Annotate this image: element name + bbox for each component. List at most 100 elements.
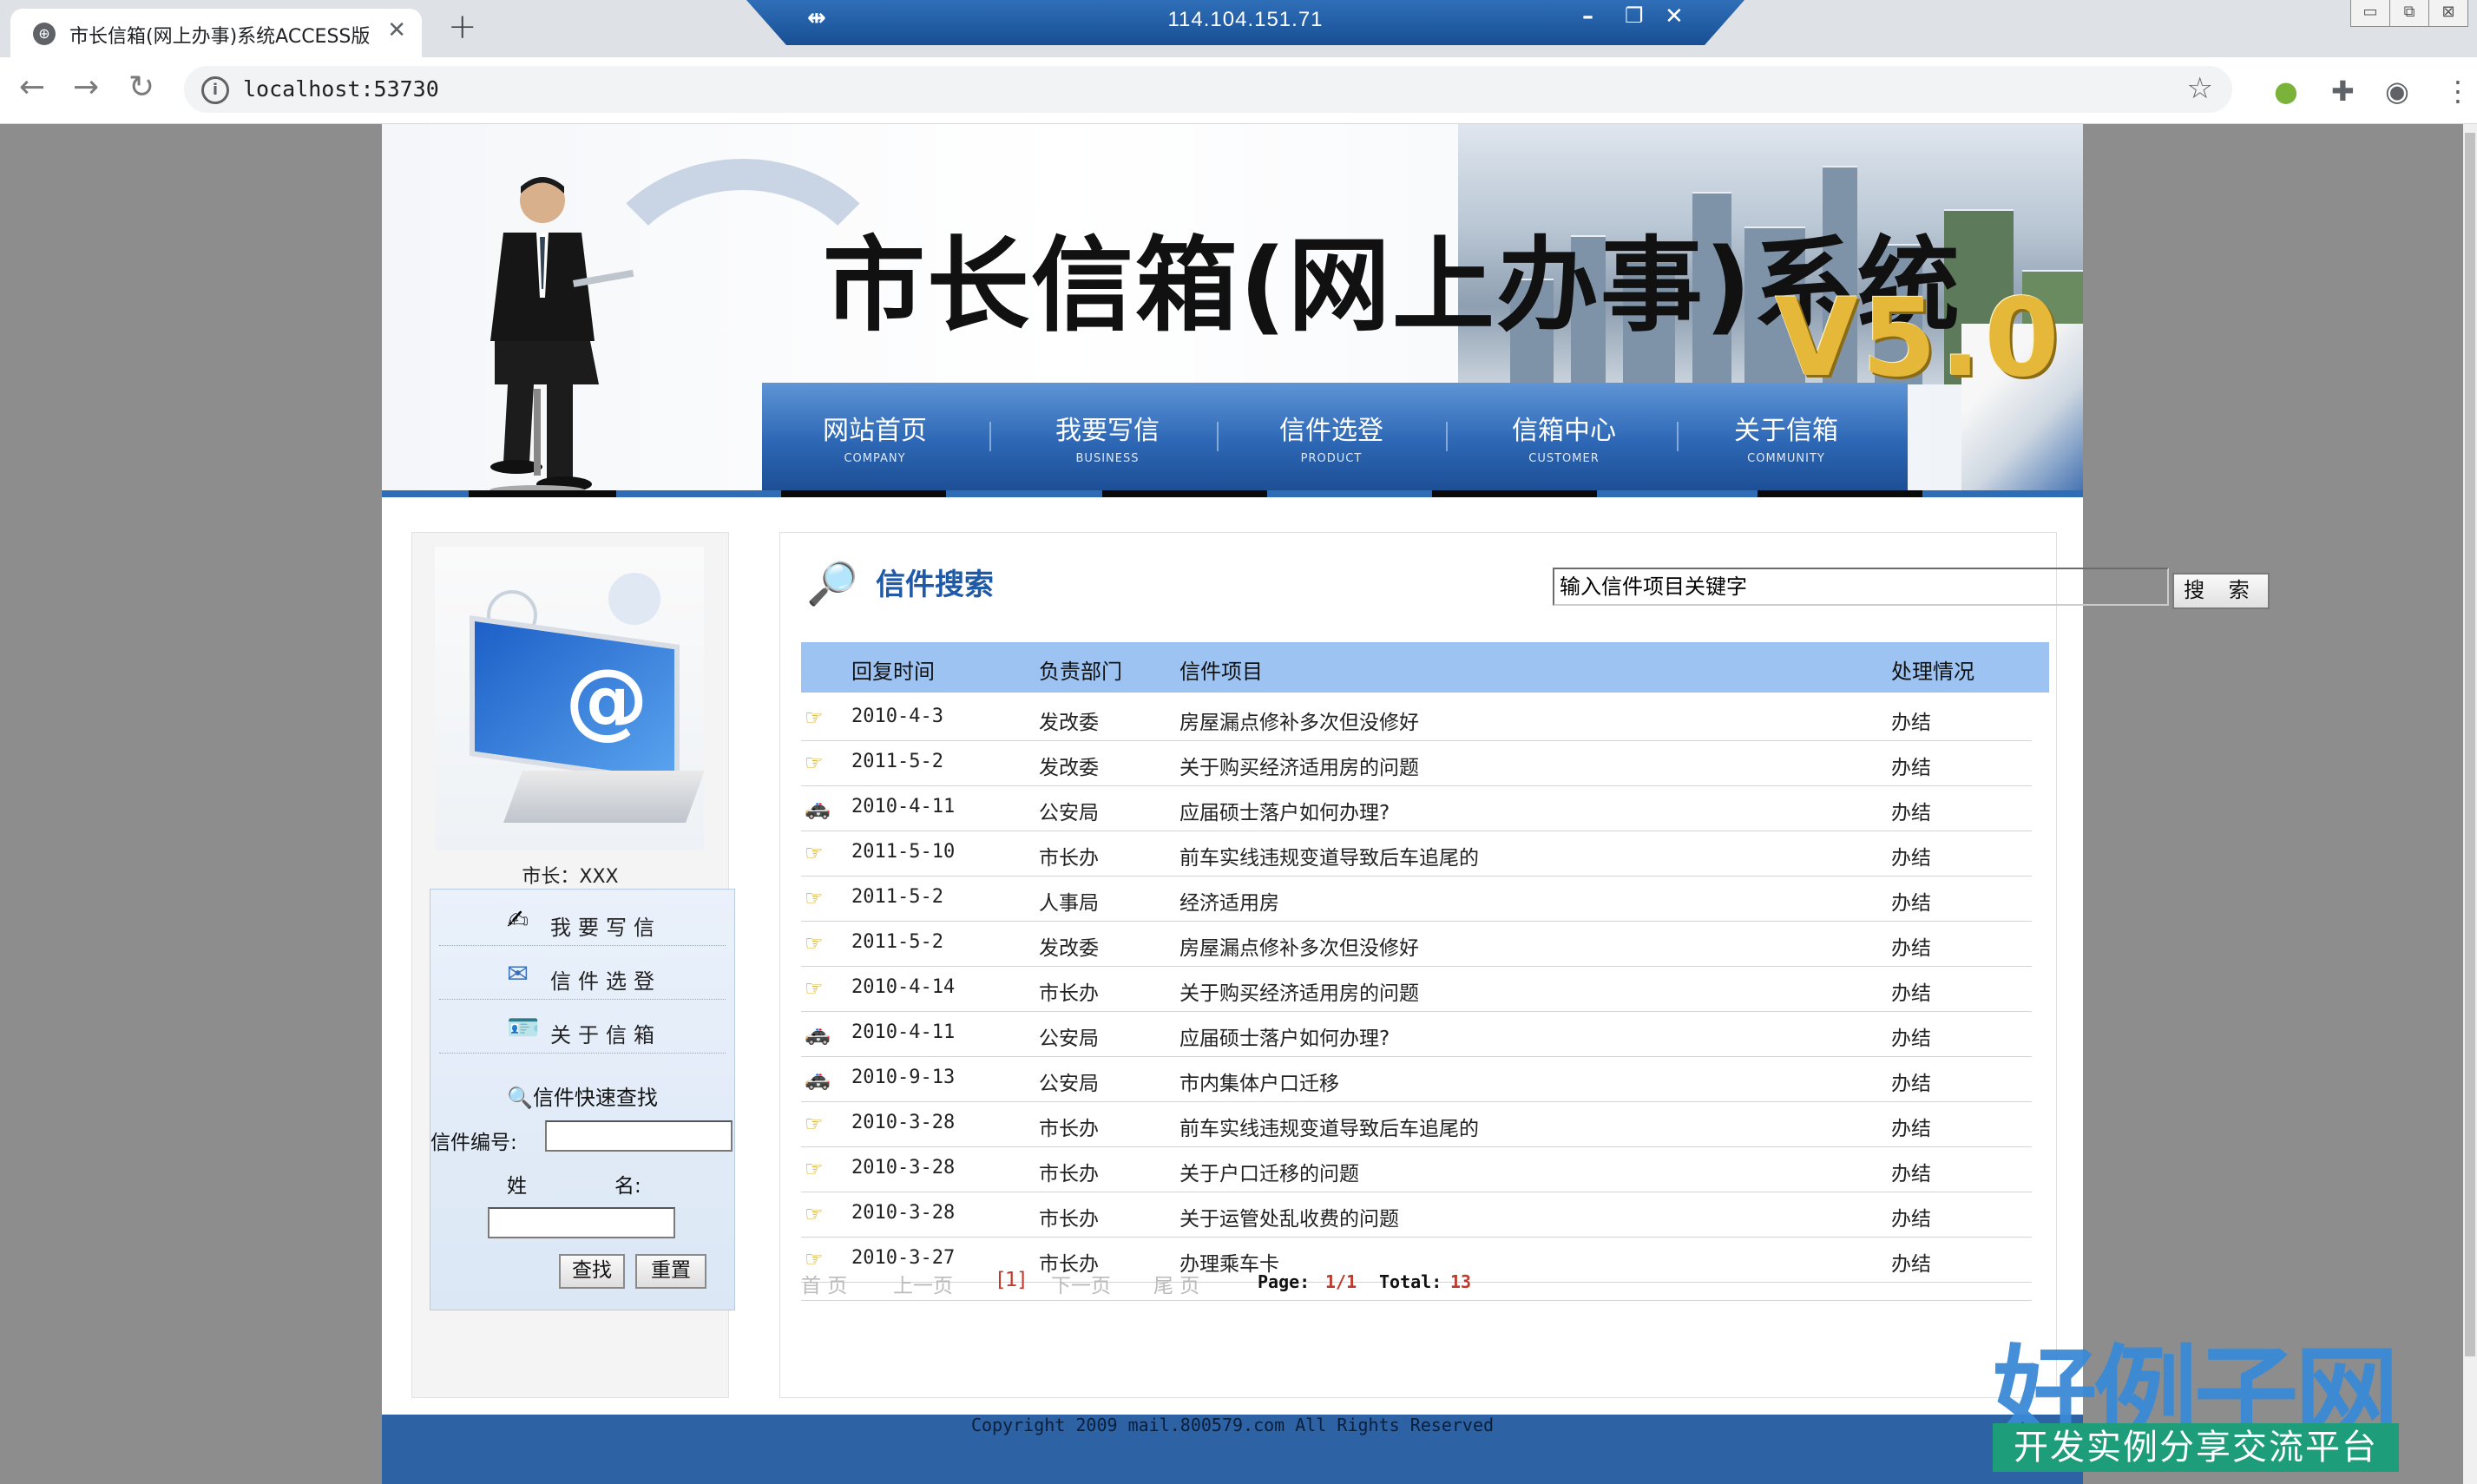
table-row[interactable]: ☞ 2010-4-3 发改委 房屋漏点修补多次但没修好 办结 — [801, 696, 2032, 741]
letter-number-label: 信件编号: — [430, 1132, 517, 1154]
cell-letter-item-link[interactable]: 前车实线违规变道导致后车追尾的 — [1179, 841, 1479, 870]
cell-reply-time: 2010-4-14 — [851, 976, 956, 998]
police-car-icon: 🚓 — [805, 796, 831, 820]
cell-reply-time: 2010-4-11 — [851, 1021, 956, 1043]
given-name-label: 名: — [614, 1175, 641, 1198]
prev-page-link[interactable]: 上一页 — [893, 1269, 953, 1298]
reload-icon[interactable]: ↻ — [128, 69, 154, 105]
vertical-scrollbar[interactable] — [2463, 124, 2477, 1484]
cell-letter-item-link[interactable]: 房屋漏点修补多次但没修好 — [1179, 931, 1419, 961]
police-car-icon: 🚓 — [805, 1021, 831, 1046]
window-controls: ▭ ⧉ ⊠ — [2350, 0, 2468, 30]
table-row[interactable]: 🚓 2010-4-11 公安局 应届硕士落户如何办理? 办结 — [801, 1012, 2032, 1057]
cell-letter-item-link[interactable]: 关于户口迁移的问题 — [1179, 1157, 1359, 1186]
hand-pointer-icon: ☞ — [805, 886, 824, 910]
cell-department: 市长办 — [1039, 1163, 1099, 1185]
table-row[interactable]: 🚓 2010-4-11 公安局 应届硕士落户如何办理? 办结 — [801, 786, 2032, 831]
table-row[interactable]: ☞ 2010-3-28 市长办 前车实线违规变道导致后车追尾的 办结 — [801, 1102, 2032, 1147]
cell-reply-time: 2011-5-2 — [851, 751, 943, 772]
bookmark-star-icon[interactable]: ☆ — [2187, 71, 2213, 106]
window-minimize-button[interactable]: ▭ — [2350, 0, 2390, 27]
cell-letter-item-link[interactable]: 应届硕士落户如何办理? — [1179, 1021, 1390, 1051]
more-menu-icon[interactable]: ⋮ — [2444, 75, 2472, 108]
back-arrow-icon[interactable]: ← — [19, 69, 45, 105]
nav-mailbox-center-label: 信箱中心 — [1512, 416, 1616, 446]
puzzle-extensions-icon[interactable]: ✚ — [2331, 75, 2355, 108]
remote-minimize-button[interactable]: – — [1582, 3, 1593, 30]
info-icon[interactable]: i — [201, 76, 229, 104]
nav-mailbox-center-sublabel: CUSTOMER — [1528, 452, 1600, 465]
window-restore-button[interactable]: ⧉ — [2389, 0, 2429, 27]
scrollbar-thumb[interactable] — [2465, 133, 2475, 1356]
nav-home[interactable]: 网站首页 COMPANY — [797, 409, 953, 465]
nav-selected-letters[interactable]: 信件选登 PRODUCT — [1253, 409, 1409, 465]
current-page[interactable]: [1] — [997, 1269, 1026, 1291]
remote-session-bar: ⇹ 114.104.151.71 – ❐ ✕ — [746, 0, 1744, 45]
cell-letter-item-link[interactable]: 前车实线违规变道导致后车追尾的 — [1179, 1112, 1479, 1141]
table-row[interactable]: ☞ 2011-5-2 发改委 房屋漏点修补多次但没修好 办结 — [801, 922, 2032, 967]
cell-status: 办结 — [1891, 1118, 1931, 1140]
cell-department: 公安局 — [1039, 1073, 1099, 1095]
site-footer: Copyright 2009 mail.800579.com All Right… — [382, 1415, 2083, 1484]
table-row[interactable]: ☞ 2010-3-28 市长办 关于运管处乱收费的问题 办结 — [801, 1192, 2032, 1238]
name-input[interactable] — [488, 1207, 675, 1238]
forward-arrow-icon[interactable]: → — [73, 69, 99, 105]
sidebar-item-selected-letters[interactable]: ✉ 信件选登 — [439, 950, 726, 1000]
cell-status: 办结 — [1891, 712, 1931, 734]
cell-letter-item-link[interactable]: 关于购买经济适用房的问题 — [1179, 976, 1419, 1006]
cell-status: 办结 — [1891, 982, 1931, 1005]
nav-about[interactable]: 关于信箱 COMMUNITY — [1708, 409, 1864, 465]
table-row[interactable]: 🚓 2010-9-13 公安局 市内集体户口迁移 办结 — [801, 1057, 2032, 1102]
next-page-link[interactable]: 下一页 — [1051, 1269, 1111, 1298]
sidebar-item-about[interactable]: 🪪 关于信箱 — [439, 1004, 726, 1054]
letter-number-input[interactable] — [545, 1120, 733, 1152]
table-row[interactable]: ☞ 2010-4-14 市长办 关于购买经济适用房的问题 办结 — [801, 967, 2032, 1012]
col-letter-item: 信件项目 — [1179, 660, 1263, 684]
page-label: Page: — [1258, 1271, 1311, 1292]
nav-mailbox-center[interactable]: 信箱中心 CUSTOMER — [1486, 409, 1642, 465]
browser-tab-bar: ⊕ 市长信箱(网上办事)系统ACCESS版 ✕ + ⇹ 114.104.151.… — [0, 0, 2477, 57]
sidebar-item-write-letter[interactable]: ✍ 我要写信 — [439, 896, 726, 946]
new-tab-button[interactable]: + — [448, 7, 477, 47]
cell-letter-item-link[interactable]: 经济适用房 — [1179, 886, 1279, 916]
reset-button[interactable]: 重置 — [635, 1254, 706, 1289]
url-bar[interactable]: i localhost:53730 ☆ — [184, 66, 2232, 113]
total-label: Total: — [1379, 1271, 1442, 1292]
nav-separator — [1446, 422, 1448, 451]
last-page-link[interactable]: 尾 页 — [1153, 1269, 1199, 1298]
main-nav: 网站首页 COMPANY 我要写信 BUSINESS 信件选登 PRODUCT … — [762, 383, 1908, 490]
cell-department: 市长办 — [1039, 1208, 1099, 1231]
profile-avatar-icon[interactable]: ◉ — [2385, 75, 2409, 108]
businessman-image — [489, 177, 634, 496]
total-value: 13 — [1450, 1271, 1472, 1292]
cell-letter-item-link[interactable]: 市内集体户口迁移 — [1179, 1067, 1339, 1096]
remote-close-button[interactable]: ✕ — [1665, 3, 1684, 30]
cell-letter-item-link[interactable]: 房屋漏点修补多次但没修好 — [1179, 706, 1419, 735]
table-row[interactable]: ☞ 2010-3-28 市长办 关于户口迁移的问题 办结 — [801, 1147, 2032, 1192]
browser-tab[interactable]: ⊕ 市长信箱(网上办事)系统ACCESS版 ✕ — [10, 9, 422, 57]
site-banner: 市长信箱(网上办事)系统 V5.0 网站首页 COMPANY 我要写信 BUSI… — [382, 124, 2083, 497]
keyword-search-input[interactable]: 输入信件项目关键字 — [1553, 568, 2169, 606]
url-text[interactable]: localhost:53730 — [243, 76, 439, 102]
cell-letter-item-link[interactable]: 关于购买经济适用房的问题 — [1179, 751, 1419, 780]
search-button[interactable]: 搜 索 — [2172, 573, 2270, 609]
window-close-button[interactable]: ⊠ — [2428, 0, 2468, 27]
nav-write-letter-label: 我要写信 — [1055, 416, 1160, 446]
cell-department: 发改委 — [1039, 757, 1099, 779]
close-tab-icon[interactable]: ✕ — [387, 17, 406, 43]
nav-home-sublabel: COMPANY — [844, 452, 906, 465]
cell-letter-item-link[interactable]: 关于运管处乱收费的问题 — [1179, 1202, 1399, 1231]
table-row[interactable]: ☞ 2011-5-2 发改委 关于购买经济适用房的问题 办结 — [801, 741, 2032, 786]
table-row[interactable]: ☞ 2011-5-2 人事局 经济适用房 办结 — [801, 877, 2032, 922]
find-button[interactable]: 查找 — [559, 1254, 625, 1289]
cell-status: 办结 — [1891, 892, 1931, 915]
extension-icon[interactable]: ● — [2274, 75, 2298, 108]
mayor-name: 市长：XXX — [522, 866, 619, 888]
envelope-icon: ✉ — [507, 959, 529, 989]
table-row[interactable]: ☞ 2011-5-10 市长办 前车实线违规变道导致后车追尾的 办结 — [801, 831, 2032, 877]
cell-letter-item-link[interactable]: 应届硕士落户如何办理? — [1179, 796, 1390, 825]
nav-write-letter[interactable]: 我要写信 BUSINESS — [1029, 409, 1186, 465]
remote-restore-button[interactable]: ❐ — [1625, 3, 1644, 28]
magnifier-document-icon: 🔎 — [806, 560, 858, 608]
first-page-link[interactable]: 首 页 — [801, 1269, 847, 1298]
